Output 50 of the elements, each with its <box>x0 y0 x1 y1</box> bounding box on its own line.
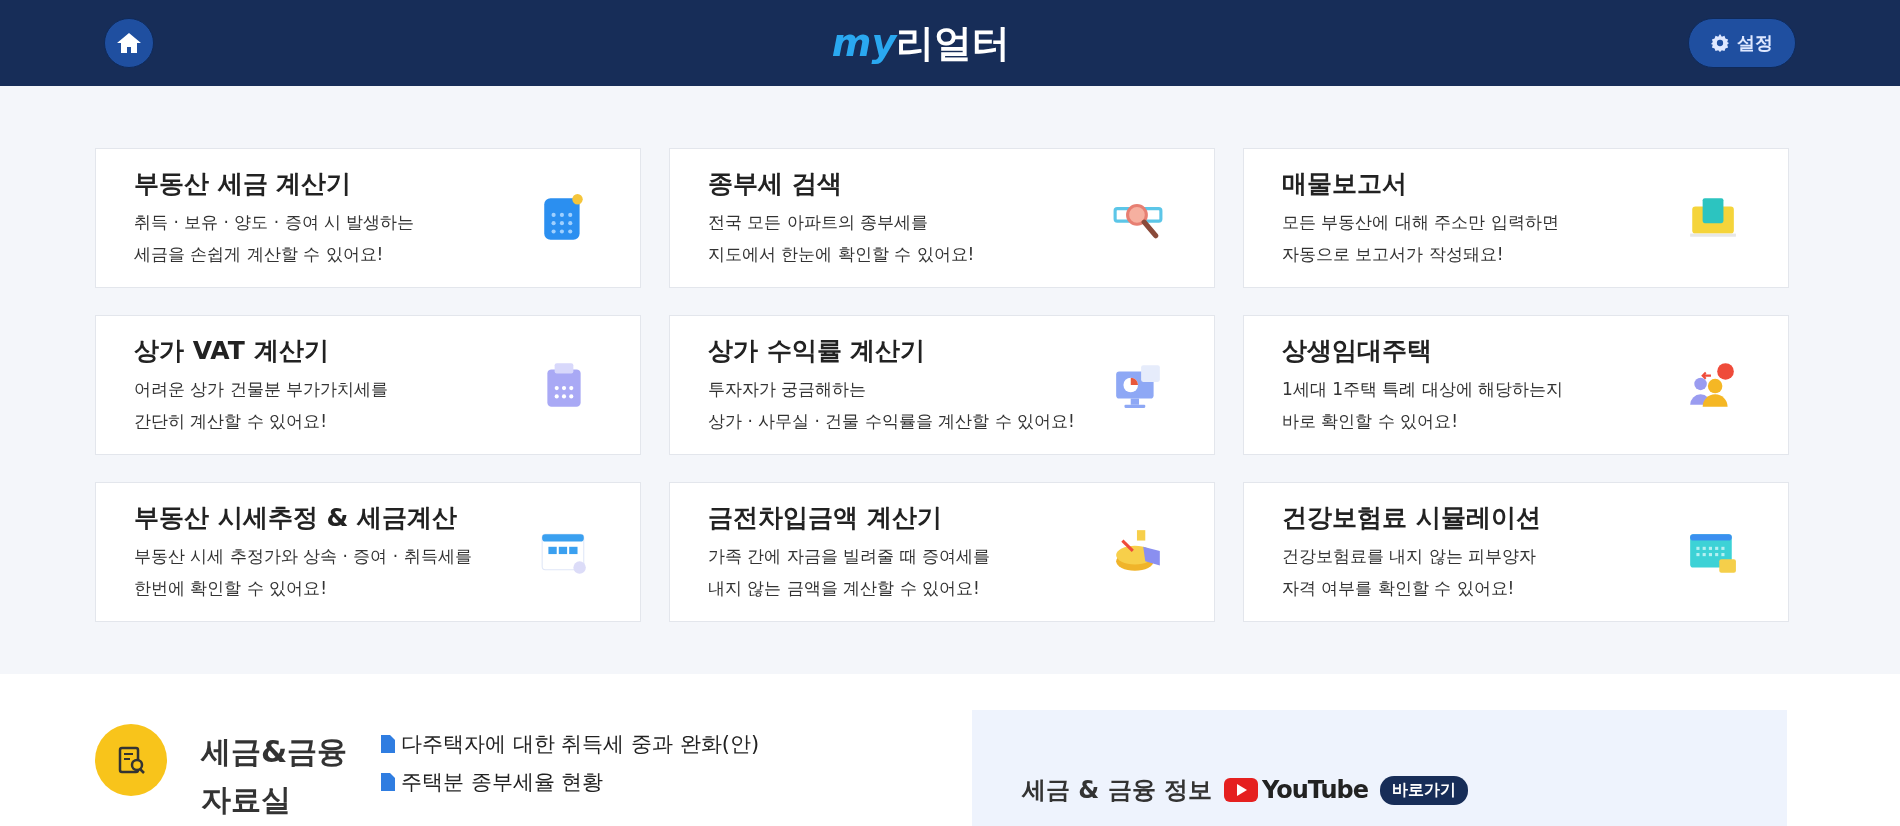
card-title: 종부세 검색 <box>708 167 843 200</box>
document-link[interactable]: 다주택자에 대한 취득세 중과 완화(안) <box>381 730 760 758</box>
card-description: 1세대 1주택 특례 대상에 해당하는지 <box>1282 377 1564 401</box>
card-title: 상생임대주택 <box>1282 334 1433 367</box>
card-description: 상가 · 사무실 · 건물 수익률을 계산할 수 있어요! <box>708 409 1075 433</box>
card-description: 한번에 확인할 수 있어요! <box>134 576 329 600</box>
settings-icon <box>1711 34 1729 52</box>
card-description: 전국 모든 아파트의 종부세를 <box>708 210 930 234</box>
go-button[interactable]: 바로가기 <box>1380 775 1469 805</box>
document-icon <box>381 773 395 791</box>
card-description: 세금을 손쉽게 계산할 수 있어요! <box>134 242 385 266</box>
service-card[interactable]: 매물보고서 모든 부동산에 대해 주소만 입력하면 자동으로 보고서가 작성돼요! <box>1243 148 1789 288</box>
document-icon <box>381 735 395 753</box>
card-description: 부동산 시세 추정가와 상속 · 증여 · 취득세를 <box>134 544 472 568</box>
card-title: 상가 VAT 계산기 <box>134 334 330 367</box>
card-description: 지도에서 한눈에 확인할 수 있어요! <box>708 242 975 266</box>
youtube-banner[interactable]: 세금 & 금융 정보 YouTube 바로가기 <box>972 710 1787 826</box>
card-description: 자격 여부를 확인할 수 있어요! <box>1282 576 1516 600</box>
card-title: 부동산 시세추정 & 세금계산 <box>134 501 458 534</box>
card-description: 어려운 상가 건물분 부가가치세를 <box>134 377 389 401</box>
card-title: 부동산 세금 계산기 <box>134 167 353 200</box>
service-card[interactable]: 부동산 시세추정 & 세금계산 부동산 시세 추정가와 상속 · 증여 · 취득세를 한번에 확인할 수 있어요! <box>95 482 641 622</box>
card-title: 금전차입금액 계산기 <box>708 501 943 534</box>
card-title: 상가 수익률 계산기 <box>708 334 927 367</box>
card-description: 투자자가 궁금해하는 <box>708 377 868 401</box>
service-card[interactable]: 종부세 검색 전국 모든 아파트의 종부세를 지도에서 한눈에 확인할 수 있어요! <box>669 148 1215 288</box>
logo[interactable]: my리얼터 <box>831 17 1011 69</box>
library-title: 세금&금융 자료실 <box>201 733 349 819</box>
home-icon <box>116 31 142 55</box>
service-card[interactable]: 금전차입금액 계산기 가족 간에 자금을 빌려줄 때 증여세를 내지 않는 금액을 계산할 수 있어요! <box>669 482 1215 622</box>
service-card[interactable]: 상생임대주택 1세대 1주택 특례 대상에 해당하는지 바로 확인할 수 있어요! <box>1243 315 1789 455</box>
card-description: 취득 · 보유 · 양도 · 증여 시 발생하는 <box>134 210 415 234</box>
card-title: 매물보고서 <box>1282 167 1408 200</box>
card-description: 바로 확인할 수 있어요! <box>1282 409 1460 433</box>
card-description: 자동으로 보고서가 작성돼요! <box>1282 242 1505 266</box>
card-description: 건강보험료를 내지 않는 피부양자 <box>1282 544 1538 568</box>
banner-title: 세금 & 금융 정보 <box>1022 775 1212 806</box>
card-description: 가족 간에 자금을 빌려줄 때 증여세를 <box>708 544 991 568</box>
service-card[interactable]: 상가 VAT 계산기 어려운 상가 건물분 부가가치세를 간단히 계산할 수 있어요! <box>95 315 641 455</box>
youtube-logo: YouTube <box>1224 776 1369 804</box>
service-card[interactable]: 상가 수익률 계산기 투자자가 궁금해하는 상가 · 사무실 · 건물 수익률을 계산할 수 있어요! <box>669 315 1215 455</box>
settings-button[interactable]: 설정 <box>1688 18 1796 68</box>
service-card[interactable]: 건강보험료 시뮬레이션 건강보험료를 내지 않는 피부양자 자격 여부를 확인할 수 있어요! <box>1243 482 1789 622</box>
card-title: 건강보험료 시뮬레이션 <box>1282 501 1541 534</box>
service-card[interactable]: 부동산 세금 계산기 취득 · 보유 · 양도 · 증여 시 발생하는 세금을 손쉽게 계산할 수 있어요! <box>95 148 641 288</box>
card-description: 간단히 계산할 수 있어요! <box>134 409 329 433</box>
card-description: 내지 않는 금액을 계산할 수 있어요! <box>708 576 981 600</box>
document-link[interactable]: 주택분 종부세율 현황 <box>381 768 760 796</box>
home-button[interactable] <box>104 18 154 68</box>
card-description: 모든 부동산에 대해 주소만 입력하면 <box>1282 210 1559 234</box>
